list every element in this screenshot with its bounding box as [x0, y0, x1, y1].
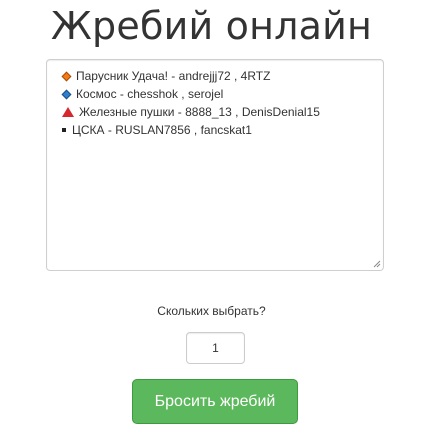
blue-diamond-icon — [61, 89, 72, 99]
participants-textarea[interactable]: Парусник Удача! - andrejjj72 , 4RTZ Косм… — [46, 59, 384, 271]
orange-diamond-icon — [61, 71, 72, 81]
entry-text: ЦСКА - RUSLAN7856 , fancskat1 — [72, 123, 252, 137]
list-item: Парусник Удача! - andrejjj72 , 4RTZ — [61, 67, 383, 85]
count-input[interactable] — [186, 332, 245, 364]
entry-text: Железные пушки - 8888_13 , DenisDenial15 — [79, 105, 320, 119]
list-item: ЦСКА - RUSLAN7856 , fancskat1 — [61, 121, 383, 139]
entry-text: Космос - chesshok , serojel — [76, 87, 224, 101]
black-square-icon — [62, 128, 66, 132]
lottery-page: Жребий онлайн Парусник Удача! - andrejjj… — [0, 0, 423, 441]
count-label: Скольких выбрать? — [157, 304, 266, 318]
roll-button[interactable]: Бросить жребий — [132, 379, 298, 424]
page-title: Жребий онлайн — [50, 4, 373, 48]
list-item: Железные пушки - 8888_13 , DenisDenial15 — [61, 103, 383, 121]
entry-text: Парусник Удача! - andrejjj72 , 4RTZ — [76, 69, 271, 83]
list-item: Космос - chesshok , serojel — [61, 85, 383, 103]
red-triangle-icon — [62, 107, 74, 117]
resize-grip-icon[interactable] — [373, 260, 381, 268]
